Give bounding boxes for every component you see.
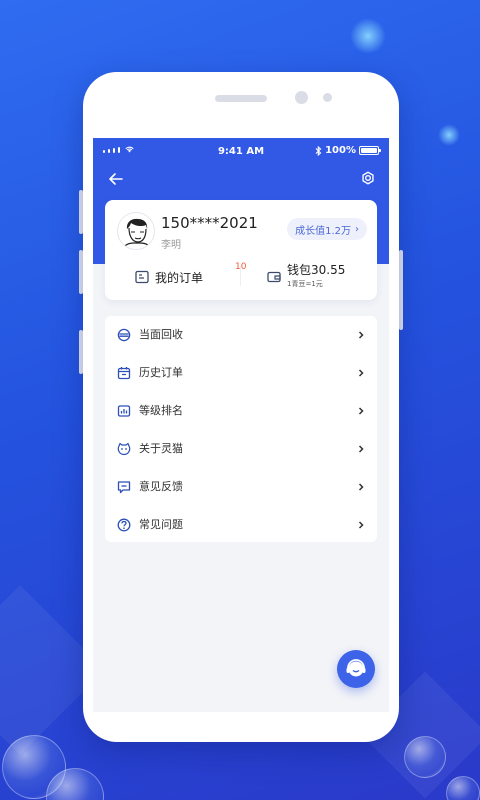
bluetooth-icon bbox=[315, 145, 322, 156]
growth-value-button[interactable]: 成长值1.2万 › bbox=[287, 218, 367, 240]
menu-item-label: 历史订单 bbox=[139, 366, 183, 379]
customer-service-button[interactable] bbox=[337, 650, 375, 688]
background-glow bbox=[438, 124, 460, 146]
avatar-illustration bbox=[122, 218, 152, 249]
battery-icon bbox=[359, 146, 381, 155]
nav-bar bbox=[93, 166, 389, 192]
menu-item-about[interactable]: 关于灵猫 bbox=[105, 430, 377, 468]
app-screen: 9:41 AM 100% 150****2021 李明 成长值1.2万 › 我的… bbox=[93, 138, 389, 712]
chevron-right-icon bbox=[358, 407, 364, 415]
menu-item-recycle[interactable]: 当面回收 bbox=[105, 316, 377, 354]
profile-card: 150****2021 李明 成长值1.2万 › 我的订单 10 bbox=[105, 200, 377, 300]
phone-side-button bbox=[399, 250, 403, 330]
phone-sensor bbox=[323, 93, 332, 102]
recycle-icon bbox=[117, 328, 131, 342]
status-right: 100% bbox=[315, 145, 381, 156]
menu-item-ranking[interactable]: 等级排名 bbox=[105, 392, 377, 430]
menu-item-label: 关于灵猫 bbox=[139, 442, 183, 455]
arrow-left-icon[interactable] bbox=[107, 170, 125, 188]
wallet-exchange-rate: 1青豆=1元 bbox=[287, 280, 323, 288]
chevron-right-icon bbox=[358, 521, 364, 529]
menu-item-label: 等级排名 bbox=[139, 404, 183, 417]
menu-item-label: 当面回收 bbox=[139, 328, 183, 341]
background-bubble bbox=[446, 776, 480, 800]
chevron-right-icon bbox=[358, 483, 364, 491]
menu-list: 当面回收 历史订单 等级排名 关于灵猫 意见反馈 常见问题 bbox=[105, 316, 377, 542]
menu-item-label: 常见问题 bbox=[139, 518, 183, 531]
phone-frame: 9:41 AM 100% 150****2021 李明 成长值1.2万 › 我的… bbox=[83, 72, 399, 742]
my-orders-label: 我的订单 bbox=[155, 270, 204, 285]
menu-item-feedback[interactable]: 意见反馈 bbox=[105, 468, 377, 506]
menu-item-history[interactable]: 历史订单 bbox=[105, 354, 377, 392]
status-bar: 9:41 AM 100% bbox=[93, 138, 389, 164]
gear-icon[interactable] bbox=[359, 169, 377, 187]
ranking-icon bbox=[117, 405, 131, 417]
wallet-label: 钱包30.55 bbox=[287, 263, 346, 277]
wallet-icon bbox=[267, 271, 281, 283]
orders-icon bbox=[135, 270, 149, 284]
chevron-right-icon: › bbox=[355, 223, 359, 235]
user-phone: 150****2021 bbox=[161, 214, 258, 232]
divider bbox=[240, 266, 241, 286]
wallet-button[interactable]: 钱包30.55 1青豆=1元 bbox=[267, 262, 345, 289]
help-icon bbox=[117, 518, 131, 532]
phone-speaker bbox=[215, 95, 267, 102]
my-orders-button[interactable]: 我的订单 10 bbox=[135, 262, 246, 288]
avatar[interactable] bbox=[117, 212, 155, 250]
headset-icon bbox=[346, 659, 366, 677]
user-name: 李明 bbox=[161, 240, 181, 251]
chevron-right-icon bbox=[358, 331, 364, 339]
menu-item-label: 意见反馈 bbox=[139, 480, 183, 493]
chevron-right-icon bbox=[358, 369, 364, 377]
phone-camera bbox=[295, 91, 308, 104]
cat-icon bbox=[117, 442, 131, 456]
background-bubble bbox=[404, 736, 446, 778]
menu-item-faq[interactable]: 常见问题 bbox=[105, 506, 377, 544]
background-glow bbox=[350, 18, 386, 54]
feedback-icon bbox=[117, 481, 131, 494]
battery-percent: 100% bbox=[325, 145, 356, 156]
calendar-icon bbox=[117, 367, 131, 380]
chevron-right-icon bbox=[358, 445, 364, 453]
growth-value-label: 成长值1.2万 bbox=[295, 225, 351, 237]
